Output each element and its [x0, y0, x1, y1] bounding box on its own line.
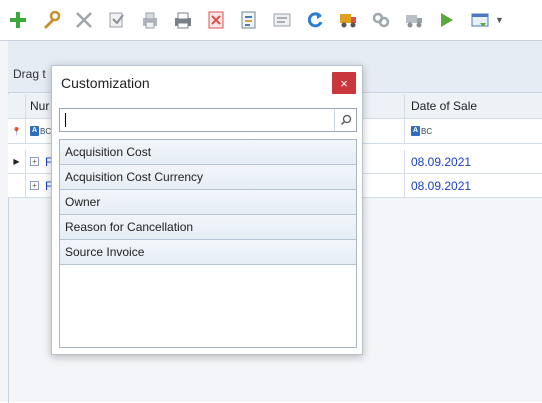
filter-row-icon: 📍: [8, 119, 26, 143]
cell-date-of-sale[interactable]: 08.09.2021: [411, 174, 471, 197]
toolbar: ▼: [0, 0, 542, 40]
list-item[interactable]: Acquisition Cost: [60, 140, 356, 165]
search-button[interactable]: [334, 109, 356, 131]
close-button[interactable]: ×: [332, 72, 356, 94]
column-separator: [404, 174, 405, 197]
column-list: Acquisition Cost Acquisition Cost Curren…: [59, 139, 357, 348]
text-filter-icon: A BC: [411, 126, 433, 136]
add-button[interactable]: [6, 8, 30, 32]
edit-button[interactable]: [39, 8, 63, 32]
truck-icon: [340, 14, 356, 28]
delete-button[interactable]: [72, 8, 96, 32]
print-button[interactable]: [171, 8, 195, 32]
refresh-button[interactable]: [303, 8, 327, 32]
document-icon: [273, 13, 291, 27]
header-indicator: [8, 94, 26, 118]
list-item[interactable]: Source Invoice: [60, 240, 356, 265]
delivery-icon: [406, 15, 422, 28]
column-separator: [404, 119, 405, 143]
row-indicator: [8, 174, 26, 197]
export-button[interactable]: [237, 8, 261, 32]
row-indicator-icon: ▶: [8, 150, 26, 173]
list-item[interactable]: Owner: [60, 190, 356, 215]
refresh-icon: [307, 12, 323, 28]
export-icon: [241, 11, 256, 29]
search-box: [59, 108, 357, 132]
link-icon: [372, 12, 390, 28]
copy-icon: [109, 12, 124, 28]
customization-dialog: Customization × Acquisition Cost Acquisi…: [51, 65, 363, 355]
list-item[interactable]: Acquisition Cost Currency: [60, 165, 356, 190]
delivery-button[interactable]: [402, 8, 426, 32]
add-icon: [10, 12, 26, 28]
list-item[interactable]: Reason for Cancellation: [60, 215, 356, 240]
edit-icon: [44, 10, 61, 29]
search-icon: [340, 114, 351, 126]
text-filter-icon: A BC: [30, 126, 52, 136]
cancel-document-icon: [208, 11, 224, 29]
cell-date-of-sale[interactable]: 08.09.2021: [411, 150, 471, 173]
run-button[interactable]: [435, 8, 459, 32]
group-hint: Drag t: [13, 67, 46, 81]
print-preview-icon: [143, 12, 157, 29]
column-header-date-of-sale[interactable]: Date of Sale: [411, 94, 477, 118]
expand-icon[interactable]: +: [30, 181, 39, 190]
column-separator: [404, 150, 405, 173]
copy-button[interactable]: [105, 8, 129, 32]
document-button[interactable]: [270, 8, 294, 32]
print-icon: [175, 12, 191, 29]
expand-cell[interactable]: +: [30, 150, 39, 173]
expand-cell[interactable]: +: [30, 174, 39, 197]
run-icon: [441, 13, 453, 27]
link-button[interactable]: [369, 8, 393, 32]
cancel-document-button[interactable]: [204, 8, 228, 32]
search-input[interactable]: [60, 109, 334, 131]
text-cursor: [65, 113, 66, 127]
column-separator: [404, 94, 405, 118]
view-button[interactable]: [468, 8, 492, 32]
truck-button[interactable]: [336, 8, 360, 32]
close-icon: ×: [340, 75, 348, 91]
delete-icon: [76, 12, 92, 28]
column-header-number[interactable]: Nur: [30, 94, 49, 118]
filter-cell-date-of-sale[interactable]: A BC: [411, 119, 432, 143]
dialog-title: Customization: [61, 75, 150, 91]
expand-icon[interactable]: +: [30, 157, 39, 166]
view-icon: [471, 13, 489, 27]
run-view-split: ▼: [435, 8, 504, 32]
filter-cell-number[interactable]: A BC: [30, 119, 51, 143]
print-preview-button[interactable]: [138, 8, 162, 32]
chevron-down-icon[interactable]: ▼: [495, 15, 504, 25]
